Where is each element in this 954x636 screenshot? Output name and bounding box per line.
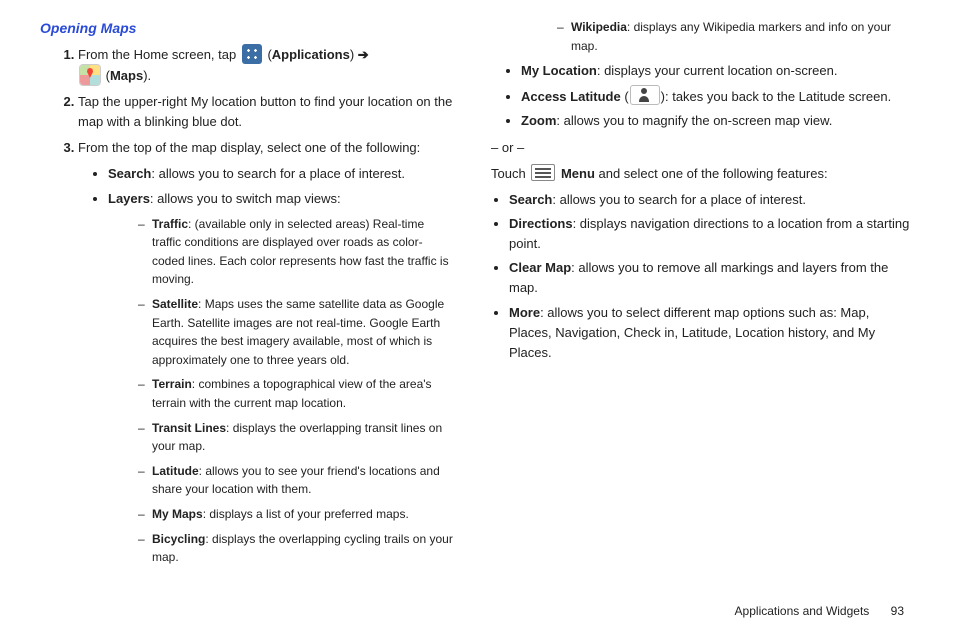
applications-label: Applications	[272, 47, 350, 62]
step-3-lead: From the top of the map display, select …	[78, 140, 420, 155]
menu-label: Menu	[561, 166, 595, 181]
layers-dashes: Traffic: (available only in selected are…	[108, 215, 453, 567]
right-bullets-bottom: Search: allows you to search for a place…	[487, 190, 914, 363]
arrow-icon: ➔	[358, 47, 369, 62]
right-bullets-top: My Location: displays your current locat…	[487, 61, 914, 131]
touch-menu-line: Touch Menu and select one of the followi…	[491, 164, 914, 184]
step-2-body: Tap the upper-right My location button t…	[78, 94, 452, 129]
right-dash-list: Wikipedia: displays any Wikipedia marker…	[487, 18, 914, 55]
bullet-search-desc: : allows you to search for a place of in…	[151, 166, 405, 181]
maps-label: Maps	[110, 68, 143, 83]
bullet-directions: Directions: displays navigation directio…	[509, 214, 914, 254]
bullet-layers-term: Layers	[108, 191, 150, 206]
bullet-access-latitude: Access Latitude (): takes you back to th…	[521, 85, 914, 107]
dash-latitude: Latitude: allows you to see your friend'…	[138, 462, 453, 499]
maps-icon	[80, 65, 100, 85]
steps-list: From the Home screen, tap (Applications)…	[40, 44, 453, 567]
right-column: Wikipedia: displays any Wikipedia marker…	[477, 18, 914, 580]
dash-wikipedia: Wikipedia: displays any Wikipedia marker…	[557, 18, 914, 55]
bullet-search-term: Search	[108, 166, 151, 181]
page-footer: Applications and Widgets 93	[735, 604, 904, 618]
bullet-mylocation: My Location: displays your current locat…	[521, 61, 914, 81]
step-3: From the top of the map display, select …	[78, 138, 453, 567]
footer-page-number: 93	[891, 604, 904, 618]
step-3-bullets: Search: allows you to search for a place…	[78, 164, 453, 566]
menu-icon	[531, 164, 555, 181]
step-2: Tap the upper-right My location button t…	[78, 92, 453, 132]
bullet-layers: Layers: allows you to switch map views: …	[108, 189, 453, 567]
dash-satellite: Satellite: Maps uses the same satellite …	[138, 295, 453, 369]
or-separator: – or –	[491, 138, 914, 158]
bullet-search2: Search: allows you to search for a place…	[509, 190, 914, 210]
dash-transit: Transit Lines: displays the overlapping …	[138, 419, 453, 456]
person-icon	[630, 85, 660, 105]
step-1-end: .	[148, 68, 152, 83]
bullet-clearmap: Clear Map: allows you to remove all mark…	[509, 258, 914, 298]
dash-traffic: Traffic: (available only in selected are…	[138, 215, 453, 289]
step-1-body: From the Home screen, tap (Applications)…	[78, 47, 369, 83]
left-column: Opening Maps From the Home screen, tap (…	[40, 18, 477, 580]
bullet-layers-desc: : allows you to switch map views:	[150, 191, 341, 206]
touch-pre: Touch	[491, 166, 529, 181]
step-1-pre: From the Home screen, tap	[78, 47, 240, 62]
dash-terrain: Terrain: combines a topographical view o…	[138, 375, 453, 412]
dash-mymaps: My Maps: displays a list of your preferr…	[138, 505, 453, 524]
bullet-zoom: Zoom: allows you to magnify the on-scree…	[521, 111, 914, 131]
bullet-search: Search: allows you to search for a place…	[108, 164, 453, 184]
touch-post: and select one of the following features…	[595, 166, 828, 181]
step-1: From the Home screen, tap (Applications)…	[78, 44, 453, 86]
footer-section: Applications and Widgets	[735, 604, 870, 618]
applications-icon	[242, 44, 262, 64]
bullet-more: More: allows you to select different map…	[509, 303, 914, 363]
dash-bicycling: Bicycling: displays the overlapping cycl…	[138, 530, 453, 567]
section-title: Opening Maps	[40, 18, 453, 40]
page-content: Opening Maps From the Home screen, tap (…	[0, 0, 954, 590]
